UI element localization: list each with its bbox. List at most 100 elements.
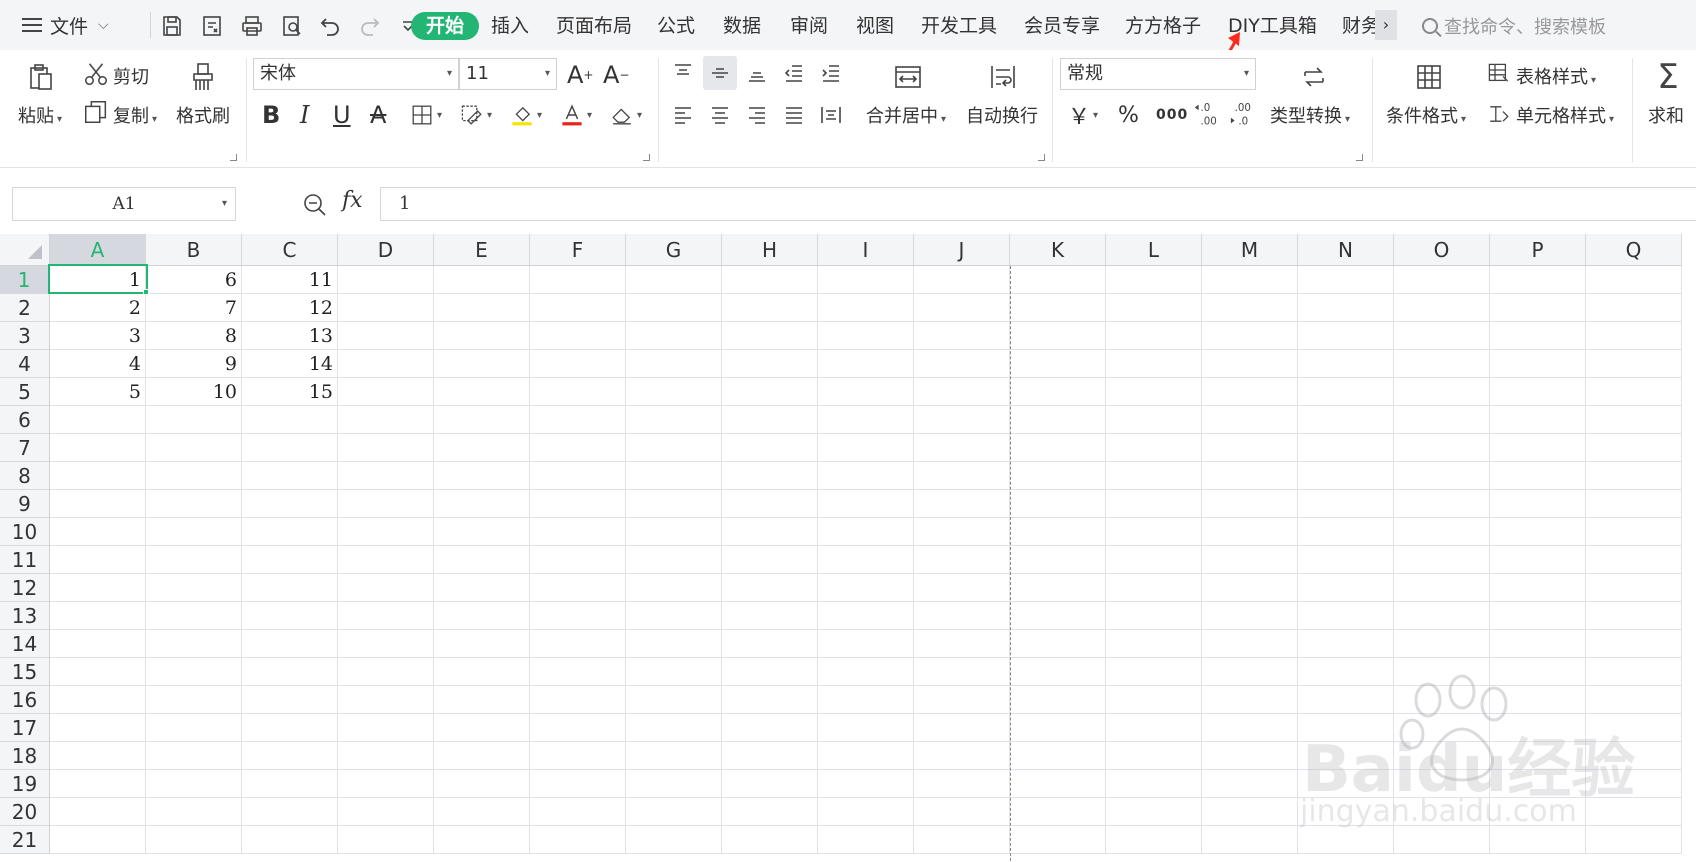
cell-m8[interactable] — [1202, 462, 1298, 490]
cell-g14[interactable] — [626, 630, 722, 658]
redo-icon[interactable] — [356, 12, 384, 40]
cell-c14[interactable] — [242, 630, 338, 658]
borders-icon[interactable]: ▾ — [404, 102, 448, 128]
cell-a9[interactable] — [50, 490, 146, 518]
cell-k9[interactable] — [1010, 490, 1106, 518]
italic-icon[interactable]: I — [300, 100, 309, 130]
cell-h18[interactable] — [722, 742, 818, 770]
cell-c6[interactable] — [242, 406, 338, 434]
cell-b19[interactable] — [146, 770, 242, 798]
cell-i14[interactable] — [818, 630, 914, 658]
command-search[interactable]: 查找命令、搜索模板 — [1422, 12, 1606, 40]
cell-l8[interactable] — [1106, 462, 1202, 490]
cell-o10[interactable] — [1394, 518, 1490, 546]
tabs-scroll-right-button[interactable]: › — [1375, 10, 1397, 40]
cell-i16[interactable] — [818, 686, 914, 714]
cell-l11[interactable] — [1106, 546, 1202, 574]
cell-p7[interactable] — [1490, 434, 1586, 462]
tab-finance[interactable]: 财务 — [1342, 12, 1376, 40]
cell-n1[interactable] — [1298, 266, 1394, 294]
cell-c8[interactable] — [242, 462, 338, 490]
select-all-button[interactable] — [0, 234, 50, 266]
cell-h13[interactable] — [722, 602, 818, 630]
cell-o13[interactable] — [1394, 602, 1490, 630]
tab-insert[interactable]: 插入 — [491, 12, 529, 40]
cell-k20[interactable] — [1010, 798, 1106, 826]
cell-c19[interactable] — [242, 770, 338, 798]
cell-b9[interactable] — [146, 490, 242, 518]
zoom-icon[interactable] — [302, 192, 328, 218]
print-icon[interactable] — [238, 12, 266, 40]
cell-l9[interactable] — [1106, 490, 1202, 518]
cell-q9[interactable] — [1586, 490, 1682, 518]
cell-i13[interactable] — [818, 602, 914, 630]
cell-j4[interactable] — [914, 350, 1010, 378]
cell-k19[interactable] — [1010, 770, 1106, 798]
column-header-k[interactable]: K — [1010, 234, 1106, 266]
cell-i3[interactable] — [818, 322, 914, 350]
cell-l3[interactable] — [1106, 322, 1202, 350]
cell-d11[interactable] — [338, 546, 434, 574]
tab-view[interactable]: 视图 — [856, 12, 894, 40]
cell-o9[interactable] — [1394, 490, 1490, 518]
cell-f10[interactable] — [530, 518, 626, 546]
cell-c20[interactable] — [242, 798, 338, 826]
cell-l2[interactable] — [1106, 294, 1202, 322]
cell-b6[interactable] — [146, 406, 242, 434]
percent-button[interactable]: % — [1118, 100, 1139, 130]
cell-i18[interactable] — [818, 742, 914, 770]
cell-i8[interactable] — [818, 462, 914, 490]
cell-c17[interactable] — [242, 714, 338, 742]
cell-a19[interactable] — [50, 770, 146, 798]
cell-b21[interactable] — [146, 826, 242, 854]
cell-n7[interactable] — [1298, 434, 1394, 462]
cell-f2[interactable] — [530, 294, 626, 322]
cell-g10[interactable] — [626, 518, 722, 546]
cell-a21[interactable] — [50, 826, 146, 854]
row-header-2[interactable]: 2 — [0, 294, 50, 322]
cell-n11[interactable] — [1298, 546, 1394, 574]
cell-e10[interactable] — [434, 518, 530, 546]
cell-d9[interactable] — [338, 490, 434, 518]
cell-a18[interactable] — [50, 742, 146, 770]
cell-q11[interactable] — [1586, 546, 1682, 574]
tab-member[interactable]: 会员专享 — [1024, 12, 1100, 40]
cell-d6[interactable] — [338, 406, 434, 434]
table-style-icon[interactable] — [1486, 60, 1512, 88]
cell-e14[interactable] — [434, 630, 530, 658]
cell-g11[interactable] — [626, 546, 722, 574]
increase-decimal-icon[interactable]: .0.00 — [1192, 100, 1222, 128]
cell-d12[interactable] — [338, 574, 434, 602]
tab-review[interactable]: 审阅 — [790, 12, 828, 40]
cell-a14[interactable] — [50, 630, 146, 658]
cell-n6[interactable] — [1298, 406, 1394, 434]
sum-button[interactable]: 求和 — [1648, 102, 1684, 128]
cell-g6[interactable] — [626, 406, 722, 434]
fx-icon[interactable]: fx — [342, 188, 363, 213]
cell-f11[interactable] — [530, 546, 626, 574]
row-header-19[interactable]: 19 — [0, 770, 50, 798]
cell-o11[interactable] — [1394, 546, 1490, 574]
cell-p2[interactable] — [1490, 294, 1586, 322]
cell-f16[interactable] — [530, 686, 626, 714]
row-header-21[interactable]: 21 — [0, 826, 50, 854]
cell-k3[interactable] — [1010, 322, 1106, 350]
cell-h8[interactable] — [722, 462, 818, 490]
cell-e4[interactable] — [434, 350, 530, 378]
cell-e2[interactable] — [434, 294, 530, 322]
conditional-format-icon[interactable] — [1409, 58, 1449, 96]
cell-b15[interactable] — [146, 658, 242, 686]
font-name-select[interactable]: 宋体 ▾ — [253, 58, 459, 90]
cell-h20[interactable] — [722, 798, 818, 826]
cell-g5[interactable] — [626, 378, 722, 406]
align-center-icon[interactable] — [703, 98, 737, 132]
row-header-18[interactable]: 18 — [0, 742, 50, 770]
cell-j7[interactable] — [914, 434, 1010, 462]
merge-center-icon[interactable] — [888, 58, 928, 96]
cell-a3[interactable]: 3 — [50, 322, 146, 350]
column-header-f[interactable]: F — [530, 234, 626, 266]
cell-h7[interactable] — [722, 434, 818, 462]
cell-c2[interactable]: 12 — [242, 294, 338, 322]
align-left-icon[interactable] — [666, 98, 700, 132]
cell-i9[interactable] — [818, 490, 914, 518]
